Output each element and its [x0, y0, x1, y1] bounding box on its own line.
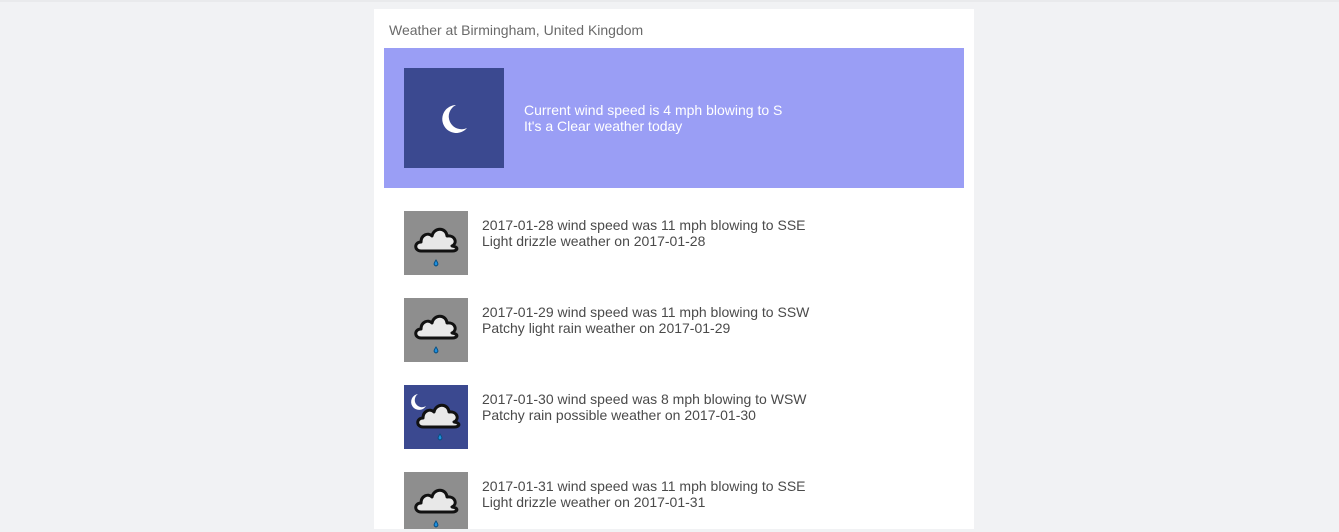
forecast-item: 2017-01-29 wind speed was 11 mph blowing… — [404, 298, 944, 362]
forecast-condition-text: Light drizzle weather on 2017-01-28 — [482, 233, 706, 249]
forecast-text: 2017-01-31 wind speed was 11 mph blowing… — [482, 478, 806, 510]
forecast-condition-text: Patchy rain possible weather on 2017-01-… — [482, 407, 756, 423]
forecast-text: 2017-01-29 wind speed was 11 mph blowing… — [482, 304, 809, 336]
forecast-text: 2017-01-28 wind speed was 11 mph blowing… — [482, 217, 806, 249]
current-weather-text: Current wind speed is 4 mph blowing to S… — [524, 102, 782, 134]
top-divider — [0, 0, 1339, 2]
drizzle-cloud-icon — [404, 472, 468, 529]
forecast-wind-text: 2017-01-30 wind speed was 8 mph blowing … — [482, 391, 807, 407]
current-condition-text: It's a Clear weather today — [524, 118, 683, 134]
forecast-wind-text: 2017-01-28 wind speed was 11 mph blowing… — [482, 217, 806, 233]
forecast-condition-text: Light drizzle weather on 2017-01-31 — [482, 494, 706, 510]
drizzle-cloud-icon — [404, 211, 468, 275]
forecast-item: 2017-01-31 wind speed was 11 mph blowing… — [404, 472, 944, 529]
current-wind-text: Current wind speed is 4 mph blowing to S — [524, 102, 783, 118]
forecast-text: 2017-01-30 wind speed was 8 mph blowing … — [482, 391, 807, 423]
forecast-item: 2017-01-30 wind speed was 8 mph blowing … — [404, 385, 944, 449]
weather-card: Weather at Birmingham, United Kingdom Cu… — [374, 9, 974, 529]
forecast-condition-text: Patchy light rain weather on 2017-01-29 — [482, 320, 731, 336]
rain-cloud-icon — [404, 298, 468, 362]
current-weather-panel: Current wind speed is 4 mph blowing to S… — [384, 48, 964, 188]
moon-icon — [404, 68, 504, 168]
location-title: Weather at Birmingham, United Kingdom — [389, 22, 644, 38]
forecast-wind-text: 2017-01-29 wind speed was 11 mph blowing… — [482, 304, 810, 320]
forecast-item: 2017-01-28 wind speed was 11 mph blowing… — [404, 211, 944, 275]
forecast-wind-text: 2017-01-31 wind speed was 11 mph blowing… — [482, 478, 806, 494]
night-rain-cloud-icon — [404, 385, 468, 449]
